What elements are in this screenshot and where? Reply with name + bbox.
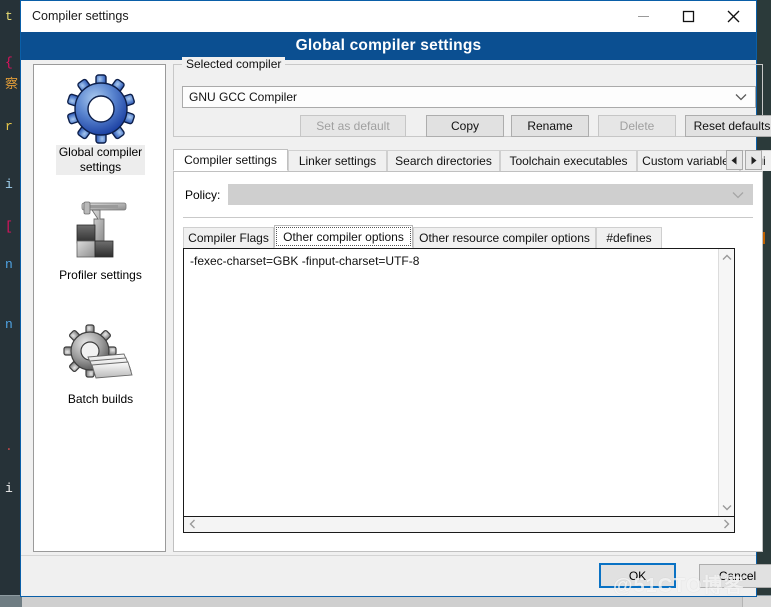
button-label: Rename (527, 119, 573, 133)
sidebar-item-label: Global compiler settings (55, 145, 146, 175)
code-glyph: n (5, 317, 13, 332)
taskbar-start[interactable] (0, 596, 22, 607)
selected-compiler-group: Selected compiler GNU GCC Compiler Set a… (173, 57, 771, 137)
code-glyph: { (5, 55, 13, 70)
button-label: Reset defaults (693, 119, 771, 133)
set-as-default-button[interactable]: Set as default (300, 115, 406, 137)
dialog-body: Global compiler settings Profiler settin… (21, 57, 771, 557)
sidebar-item-label: Batch builds (67, 392, 134, 406)
scroll-right-button[interactable] (718, 517, 734, 531)
tab-compiler-flags[interactable]: Compiler Flags (183, 227, 274, 248)
settings-tab-bar[interactable]: Compiler settings Linker settings Search… (173, 149, 771, 171)
close-button[interactable] (711, 1, 756, 32)
button-label: Delete (619, 119, 655, 133)
taskbar-item[interactable] (262, 596, 503, 607)
taskbar-item[interactable] (22, 596, 263, 607)
chevron-down-icon (722, 505, 732, 511)
compiler-settings-panel: Policy: Compiler Flags Other compiler op… (173, 171, 763, 552)
caliper-blocks-icon (34, 196, 167, 268)
code-glyph: [ (5, 219, 13, 234)
maximize-icon (682, 10, 695, 23)
settings-content: Selected compiler GNU GCC Compiler Set a… (173, 57, 771, 552)
button-label: OK (628, 568, 647, 583)
sidebar-item-profiler-settings[interactable]: Profiler settings (34, 196, 167, 283)
scroll-left-button[interactable] (184, 517, 200, 531)
copy-button[interactable]: Copy (426, 115, 504, 137)
tab-label: Other compiler options (283, 229, 404, 244)
chevron-up-icon (722, 254, 732, 260)
textarea-horizontal-scrollbar[interactable] (183, 517, 735, 533)
code-glyph: i (5, 177, 13, 192)
chevron-down-icon (735, 90, 747, 104)
window-title: Compiler settings (32, 9, 129, 23)
textarea-vertical-scrollbar[interactable] (718, 249, 734, 516)
sidebar-item-label: Profiler settings (59, 268, 142, 282)
code-glyph: . (5, 439, 13, 454)
close-icon (727, 10, 740, 23)
triangle-right-icon (751, 156, 757, 164)
tab-search-directories[interactable]: Search directories (387, 150, 500, 171)
blue-gear-icon (34, 73, 167, 145)
tab-other-compiler-options[interactable]: Other compiler options (274, 225, 413, 248)
compiler-settings-dialog: Compiler settings Global compiler settin… (20, 0, 771, 597)
tab-label: Compiler Flags (188, 231, 269, 245)
button-label: Set as default (316, 119, 390, 133)
title-bar: Compiler settings (21, 1, 756, 32)
scroll-up-button[interactable] (719, 249, 735, 266)
button-label: Copy (450, 119, 479, 133)
button-label: Cancel (718, 569, 757, 583)
tab-toolchain-executables[interactable]: Toolchain executables (500, 150, 637, 171)
banner-title: Global compiler settings (295, 37, 482, 54)
rename-button[interactable]: Rename (511, 115, 589, 137)
tab-other-resource-compiler-options[interactable]: Other resource compiler options (413, 227, 596, 248)
code-glyph: i (5, 481, 13, 496)
tab-label: Compiler settings (184, 153, 277, 167)
tab-label: #defines (606, 231, 652, 245)
textarea-value: -fexec-charset=GBK -finput-charset=UTF-8 (190, 254, 420, 268)
chevron-left-icon (189, 519, 195, 529)
code-glyph: r (5, 119, 13, 134)
tab-linker-settings[interactable]: Linker settings (288, 150, 387, 171)
cancel-button[interactable]: Cancel (699, 564, 771, 588)
reset-defaults-button[interactable]: Reset defaults (685, 115, 771, 137)
delete-button[interactable]: Delete (598, 115, 676, 137)
code-glyph: n (5, 257, 13, 272)
tab-scroll-prev-button[interactable] (726, 150, 743, 170)
triangle-left-icon (731, 156, 737, 164)
group-title: Selected compiler (182, 57, 286, 71)
tab-defines[interactable]: #defines (596, 227, 662, 248)
minimize-button[interactable] (621, 1, 666, 32)
minimize-icon (638, 16, 649, 17)
policy-select[interactable] (228, 184, 753, 205)
sidebar-item-batch-builds[interactable]: Batch builds (34, 320, 167, 407)
tab-label: Search directories (395, 154, 492, 168)
code-glyph: 察 (5, 77, 19, 92)
settings-category-list[interactable]: Global compiler settings Profiler settin… (33, 64, 166, 552)
taskbar-item[interactable] (502, 596, 743, 607)
tab-compiler-settings[interactable]: Compiler settings (173, 149, 288, 171)
tab-label: Other resource compiler options (419, 231, 590, 245)
dialog-footer: OK Cancel (21, 555, 771, 596)
compiler-select-value: GNU GCC Compiler (189, 90, 298, 104)
tab-custom-variables[interactable]: Custom variables (637, 150, 740, 171)
dialog-banner: Global compiler settings (21, 32, 756, 60)
sidebar-item-global-compiler-settings[interactable]: Global compiler settings (34, 73, 167, 175)
tab-label: Toolchain executables (509, 154, 628, 168)
chevron-down-icon (732, 188, 744, 202)
tab-label: Custom variables (642, 154, 735, 168)
chevron-right-icon (723, 519, 729, 529)
divider (183, 217, 753, 218)
background-code-editor: t { 察 r i [ n n. i (0, 0, 22, 607)
compiler-select[interactable]: GNU GCC Compiler (182, 86, 756, 108)
tab-label: Linker settings (298, 154, 377, 168)
code-glyph: t (5, 9, 13, 24)
scroll-down-button[interactable] (719, 499, 735, 516)
compiler-options-tab-bar[interactable]: Compiler Flags Other compiler options Ot… (183, 225, 753, 248)
gear-stack-icon (34, 320, 167, 392)
maximize-button[interactable] (666, 1, 711, 32)
other-compiler-options-textarea[interactable]: -fexec-charset=GBK -finput-charset=UTF-8 (183, 248, 735, 517)
tab-scroll-next-button[interactable] (745, 150, 762, 170)
ok-button[interactable]: OK (599, 563, 676, 588)
policy-label: Policy: (185, 188, 221, 202)
